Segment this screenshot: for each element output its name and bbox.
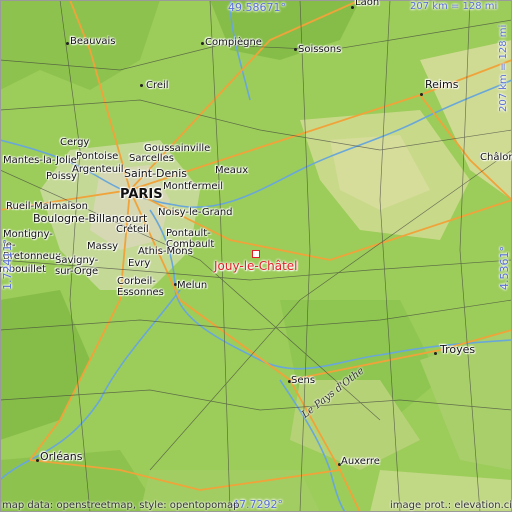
place-label-poissy: Poissy [46,171,77,182]
beauvais-dot [66,42,69,45]
place-label-creteil: Créteil [116,224,149,235]
place-label-mantes-la-jolie: Mantes-la-Jolie [3,155,77,166]
place-label-sarcelles: Sarcelles [129,153,174,164]
place-label-soissons: Soissons [298,44,342,55]
coord-top-label: 49.58671° [228,1,286,14]
troyes-dot [434,352,437,355]
place-label-creil: Creil [146,80,169,91]
place-label-beauvais: Beauvais [70,36,116,47]
place-label-laon: Laon [355,0,380,8]
focus-place-label[interactable]: Jouy-le-Châtel [214,259,298,273]
soissons-dot [294,48,297,51]
place-label-meaux: Meaux [215,165,249,176]
coord-left-label: 1.72411° [1,239,14,290]
place-label-chalons: Châlons-en-Champagne [480,152,512,163]
map-data-credit: map data: openstreetmap, style: opentopo… [2,500,240,511]
coord-bottom-label: 47.7292° [232,498,283,511]
place-label-cergy: Cergy [60,137,90,148]
place-label-pontoise: Pontoise [76,151,119,162]
place-label-sens: Sens [291,375,316,386]
place-label-troyes: Troyes [440,343,476,356]
place-label-evry: Evry [128,258,151,269]
place-label-orleans: Orléans [40,450,83,463]
place-label-argenteuil: Argenteuil [72,164,124,175]
place-label-melun: Melun [177,280,208,291]
laon-dot [351,6,354,9]
scale-top-label: 207 km = 128 mi [410,1,498,12]
place-label-boulogne-billancourt: Boulogne-Billancourt [33,212,148,225]
image-credit: image prot.: elevation.city [390,500,512,511]
scale-right-label: 207 km = 128 mi [498,24,509,112]
coord-right-label: 4.5361° [498,246,511,290]
place-label-reims: Reims [425,78,459,91]
place-label-auxerre: Auxerre [341,456,380,467]
creil-dot [140,84,143,87]
compiegne-dot [201,42,204,45]
place-label-compiegne: Compiègne [205,37,262,48]
location-marker-icon[interactable] [252,250,260,258]
place-label-massy: Massy [87,241,119,252]
orleans-dot [36,459,39,462]
place-label-saint-denis: Saint-Denis [124,167,188,180]
place-label-noisy-le-grand: Noisy-le-Grand [158,207,233,218]
place-label-paris: PARIS [120,187,163,202]
reims-dot [420,93,423,96]
place-label-montfermeil: Montfermeil [163,181,224,192]
place-label-corbeil-essonnes: Corbeil-Essonnes [117,276,164,298]
place-label-savigny-sur-orge: Savigny-sur-Orge [55,255,99,277]
place-label-rueil-malmaison: Rueil-Malmaison [6,201,89,212]
place-label-athis-mons: Athis-Mons [138,246,193,257]
